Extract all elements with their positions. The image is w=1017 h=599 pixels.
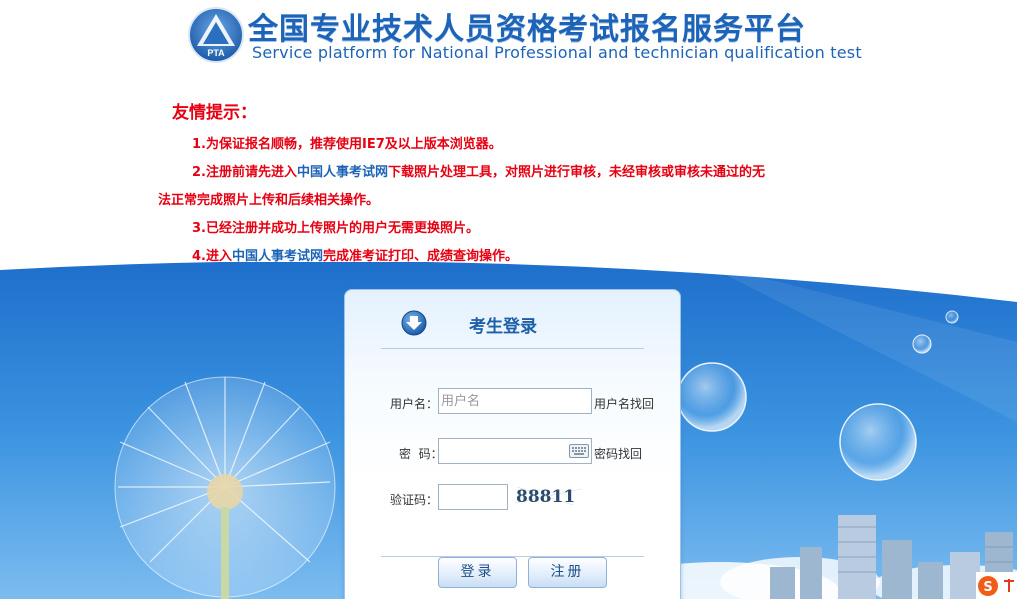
sogou-ime-icon[interactable]: S — [976, 572, 1017, 599]
captcha-input[interactable] — [438, 484, 508, 510]
username-input[interactable] — [438, 388, 592, 414]
site-header: PTA 全国专业技术人员资格考试报名服务平台 Service platform … — [0, 0, 1017, 72]
captcha-text: 88811 — [516, 487, 575, 507]
notice-text: 1.为保证报名顺畅，推荐使用IE7及以上版本浏览器。 — [192, 137, 502, 152]
cpta-link[interactable]: 中国人事考试网 — [297, 165, 388, 180]
notice-item-1: 1.为保证报名顺畅，推荐使用IE7及以上版本浏览器。 — [172, 131, 872, 159]
divider — [381, 348, 644, 349]
arrow-down-circle-icon — [401, 310, 427, 336]
pta-logo-icon: PTA — [188, 7, 244, 63]
username-label: 用户名： — [390, 397, 439, 411]
notice-item-3: 3.已经注册并成功上传照片的用户无需更换照片。 — [172, 215, 872, 243]
captcha-image[interactable]: 88811 — [513, 483, 583, 509]
notice-text: 3.已经注册并成功上传照片的用户无需更换照片。 — [192, 221, 479, 236]
keyboard-icon[interactable] — [569, 444, 589, 458]
notice-title: 友情提示： — [172, 103, 257, 123]
password-label: 密 码： — [399, 447, 443, 461]
notice-item-2-cont: 法正常完成照片上传和后续相关操作。 — [158, 187, 872, 215]
login-panel: 考生登录 用户名： 用户名找回 密 码： 密码找回 验证码： 88811 登录 … — [344, 289, 681, 599]
register-button[interactable]: 注册 — [528, 557, 607, 588]
login-title: 考生登录 — [469, 317, 537, 337]
site-title-en: Service platform for National Profession… — [252, 43, 862, 62]
captcha-label: 验证码： — [390, 493, 439, 507]
login-button[interactable]: 登录 — [438, 557, 517, 588]
svg-text:PTA: PTA — [207, 48, 225, 58]
password-recover-link[interactable]: 密码找回 — [594, 445, 642, 462]
login-header: 考生登录 — [345, 290, 682, 352]
site-title-cn: 全国专业技术人员资格考试报名服务平台 — [248, 12, 806, 47]
notice-text: 2.注册前请先进入 — [192, 165, 297, 180]
notice-text: 法正常完成照片上传和后续相关操作。 — [158, 193, 380, 208]
username-recover-link[interactable]: 用户名找回 — [594, 395, 654, 412]
notice-item-2: 2.注册前请先进入中国人事考试网下载照片处理工具，对照片进行审核，未经审核或审核… — [172, 159, 872, 187]
dandelion-graphic — [114, 376, 336, 599]
friendly-notice: 友情提示： 1.为保证报名顺畅，推荐使用IE7及以上版本浏览器。 2.注册前请先… — [158, 98, 872, 271]
svg-text:S: S — [983, 580, 992, 595]
notice-text: 下载照片处理工具，对照片进行审核，未经审核或审核未通过的无 — [388, 165, 766, 180]
